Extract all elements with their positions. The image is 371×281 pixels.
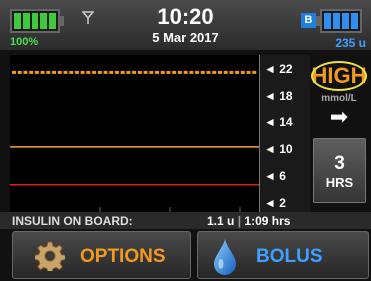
- reading-point: [200, 70, 205, 74]
- trend-arrow-icon: ➡: [329, 104, 349, 129]
- bg-reading-panel: HIGH mmol/L ➡: [309, 55, 369, 130]
- reading-point: [160, 70, 165, 74]
- reading-point: [114, 70, 119, 74]
- reading-point: [120, 70, 125, 74]
- reading-point: [223, 70, 228, 74]
- reading-point: [132, 70, 137, 74]
- iob-time: 1:09 hrs: [244, 214, 291, 228]
- reading-point: [80, 70, 85, 74]
- insulin-on-board-bar: INSULIN ON BOARD: 1.1 u | 1:09 hrs: [0, 212, 371, 229]
- reading-point: [103, 70, 108, 74]
- reading-point: [23, 70, 28, 74]
- reading-point: [97, 70, 102, 74]
- reading-point: [86, 70, 91, 74]
- reading-point: [69, 70, 74, 74]
- reading-point: [235, 70, 240, 74]
- y-tick-label: ◄ 2: [264, 196, 286, 210]
- reading-point: [57, 70, 62, 74]
- reading-point: [74, 70, 79, 74]
- y-axis: ◄ 22 ◄ 18 ◄ 14 ◄ 10 ◄ 6 ◄ 2: [259, 55, 310, 213]
- hours-label: HRS: [325, 175, 354, 190]
- reading-point: [177, 70, 182, 74]
- reading-point: [212, 70, 217, 74]
- iob-label: INSULIN ON BOARD:: [12, 214, 133, 228]
- reading-point: [252, 70, 257, 74]
- options-label: OPTIONS: [80, 246, 166, 267]
- reading-point: [217, 70, 222, 74]
- clock-date: 5 Mar 2017: [152, 30, 219, 45]
- reading-point: [206, 70, 211, 74]
- y-tick-label: ◄ 14: [264, 115, 293, 129]
- insulin-drop-icon: [214, 239, 236, 275]
- reading-point: [126, 70, 131, 74]
- options-button[interactable]: OPTIONS: [12, 231, 191, 279]
- y-tick-label: ◄ 10: [264, 142, 293, 156]
- reading-point: [46, 70, 51, 74]
- bg-value-highlight: [311, 61, 367, 91]
- status-bar: 100% 10:20 5 Mar 2017 B 235 u: [0, 0, 371, 50]
- bg-unit: mmol/L: [321, 93, 357, 104]
- bolus-button[interactable]: BOLUS: [197, 231, 369, 279]
- reading-point: [109, 70, 114, 74]
- insulin-reservoir-icon: [320, 9, 362, 33]
- reading-point: [143, 70, 148, 74]
- reading-point: [137, 70, 142, 74]
- y-tick-label: ◄ 18: [264, 89, 293, 103]
- reading-point: [229, 70, 234, 74]
- reading-point: [189, 70, 194, 74]
- gear-icon: [35, 241, 65, 271]
- reading-point: [92, 70, 97, 74]
- bluetooth-icon: B: [301, 13, 316, 28]
- reservoir-units: 235 u: [335, 36, 366, 50]
- cgm-chart: [10, 55, 260, 213]
- reading-point: [246, 70, 251, 74]
- reading-point: [195, 70, 200, 74]
- reading-point: [12, 70, 16, 74]
- pump-screen: 100% 10:20 5 Mar 2017 B 235 u ◄ 22 ◄ 18 ◄ …: [0, 0, 371, 281]
- reading-point: [34, 70, 39, 74]
- graph-hours-button[interactable]: 3 HRS: [313, 138, 366, 203]
- reading-point: [17, 70, 22, 74]
- reading-point: [172, 70, 177, 74]
- bolus-label: BOLUS: [256, 246, 323, 267]
- y-tick-label: ◄ 22: [264, 62, 293, 76]
- reading-point: [29, 70, 34, 74]
- iob-units: 1.1 u: [207, 214, 235, 228]
- reading-point: [52, 70, 57, 74]
- reading-point: [155, 70, 160, 74]
- hours-number: 3: [334, 153, 345, 174]
- iob-value: 1.1 u | 1:09 hrs: [207, 214, 290, 228]
- reading-point: [40, 70, 45, 74]
- reading-point: [63, 70, 68, 74]
- reading-point: [149, 70, 154, 74]
- iob-separator: |: [237, 214, 242, 228]
- y-tick-label: ◄ 6: [264, 169, 286, 183]
- cgm-chart-plot: [10, 70, 260, 213]
- reading-point: [166, 70, 171, 74]
- reading-point: [183, 70, 188, 74]
- reading-point: [240, 70, 245, 74]
